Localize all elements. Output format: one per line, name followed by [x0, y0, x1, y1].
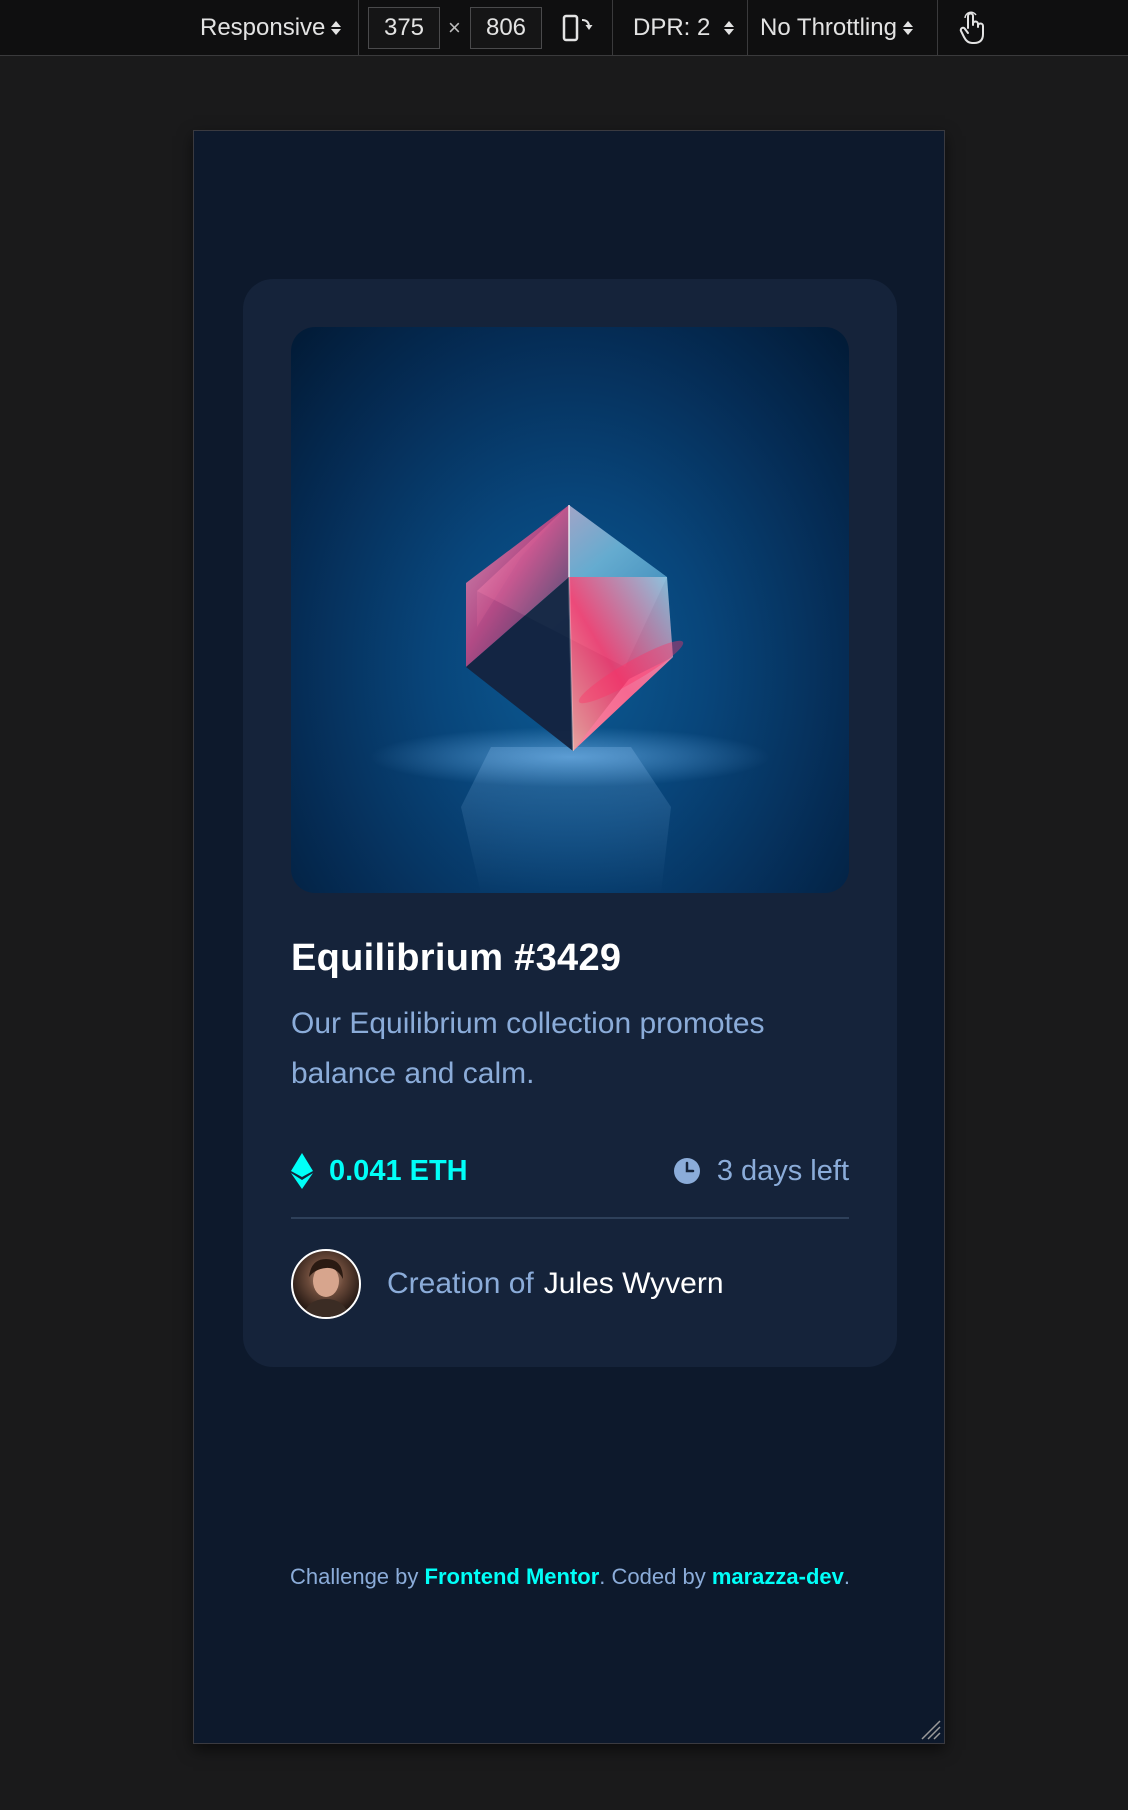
card-title[interactable]: Equilibrium #3429: [291, 937, 621, 980]
clock-icon: [673, 1158, 700, 1184]
card-description: Our Equilibrium collection promotes bala…: [291, 1007, 765, 1090]
dpr-select[interactable]: DPR: 2: [633, 0, 735, 56]
price-info: 0.041 ETH: [291, 1151, 468, 1191]
avatar-portrait: [303, 1259, 349, 1317]
toolbar-divider: [747, 0, 748, 56]
frontend-mentor-link[interactable]: Frontend Mentor: [425, 1564, 600, 1589]
time-remaining-text: 3 days left: [716, 1154, 849, 1187]
attribution-prefix: Challenge by: [289, 1564, 419, 1589]
nft-card: Equilibrium #3429 Our Equilibrium collec…: [243, 279, 897, 1367]
responsive-viewport: Equilibrium #3429 Our Equilibrium collec…: [193, 130, 945, 1744]
nft-image[interactable]: [291, 327, 849, 893]
creator-prefix: Creation of: [387, 1267, 534, 1300]
rotate-device-button[interactable]: [561, 0, 595, 56]
card-divider: [291, 1217, 849, 1219]
throttling-label: No Throttling: [760, 14, 897, 41]
attribution: Challenge by Frontend Mentor. Coded by m…: [194, 1564, 946, 1590]
viewport-height-input[interactable]: 806: [470, 7, 542, 49]
rotate-device-icon: [562, 14, 593, 42]
crystal-cube-illustration: [370, 505, 770, 893]
attribution-middle: . Coded by: [599, 1564, 706, 1589]
ethereum-icon: [291, 1153, 313, 1189]
updown-arrows-icon: [331, 21, 342, 35]
creator-name-link[interactable]: Jules Wyvern: [544, 1267, 724, 1301]
dimension-separator: ×: [448, 15, 461, 40]
touch-emulation-button[interactable]: [958, 0, 988, 56]
updown-arrows-icon: [724, 21, 735, 35]
time-remaining: 3 days left: [673, 1151, 849, 1191]
author-link[interactable]: marazza-dev: [712, 1564, 844, 1589]
touch-hand-icon: [959, 11, 984, 44]
price-value: 0.041 ETH: [329, 1154, 468, 1187]
dpr-label: DPR: 2: [633, 14, 711, 41]
throttling-select[interactable]: No Throttling: [760, 0, 913, 56]
updown-arrows-icon: [902, 21, 913, 35]
device-mode-label: Responsive: [200, 14, 326, 41]
devtools-toolbar: Responsive 375 × 806 DPR: 2 No Throttlin…: [0, 0, 1128, 56]
attribution-suffix: .: [843, 1564, 851, 1589]
avatar: [291, 1249, 361, 1319]
toolbar-divider: [358, 0, 359, 56]
creator-row: Creation of Jules Wyvern: [291, 1249, 724, 1319]
resize-handle-icon[interactable]: [916, 1715, 942, 1741]
viewport-width-input[interactable]: 375: [368, 7, 440, 49]
toolbar-divider: [937, 0, 938, 56]
toolbar-divider: [612, 0, 613, 56]
device-mode-select[interactable]: Responsive: [200, 0, 342, 56]
